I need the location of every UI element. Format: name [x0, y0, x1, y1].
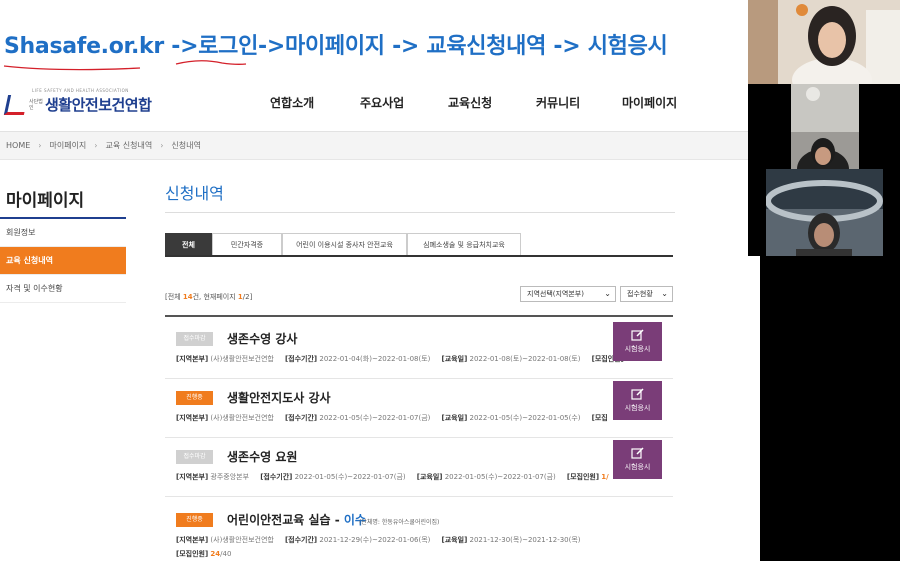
status-badge: 진행중 — [176, 391, 213, 405]
main-content: 신청내역 전체 민간자격증 어린이 이용시설 종사자 안전교육 심폐소생술 및 … — [165, 180, 675, 558]
website-view: LIFE SAFETY AND HEALTH ASSOCIATION 사단법인 … — [0, 80, 748, 561]
tab-all[interactable]: 전체 — [165, 233, 212, 255]
nav-item-about[interactable]: 연합소개 — [270, 94, 314, 111]
course-meta: [지역본부] (사)생활안전보건연합 [접수기간] 2022-01-05(수)~… — [176, 414, 608, 422]
sidebar-item-member-info[interactable]: 회원정보 — [0, 219, 126, 247]
status-badge: 접수마감 — [176, 450, 213, 464]
tab-cpr[interactable]: 심폐소생술 및 응급처치교육 — [407, 233, 521, 255]
take-exam-button[interactable]: 시험응시 — [613, 381, 662, 420]
list-item: 진행중 생활안전지도사 강사 [지역본부] (사)생활안전보건연합 [접수기간]… — [165, 379, 673, 438]
edit-icon — [630, 447, 644, 459]
region-select[interactable]: 지역선택(지역본부) ⌄ — [520, 286, 616, 302]
tab-child-facility[interactable]: 어린이 이용시설 종사자 안전교육 — [282, 233, 407, 255]
breadcrumb-home[interactable]: HOME — [6, 141, 30, 150]
result-count: [전체 14건, 현재페이지 1/2] — [165, 293, 253, 301]
course-title[interactable]: 어린이안전교육 실습 - 이수 — [227, 511, 366, 528]
group-name-note: (단체명: 한동유아스쿨어린이집) — [359, 519, 440, 526]
breadcrumb-edu[interactable]: 교육 신청내역 — [106, 140, 153, 151]
chevron-right-icon: › — [94, 141, 98, 150]
video-panel-background — [760, 256, 900, 561]
course-recruit: [모집인원] 24/40 — [176, 550, 232, 558]
participant-video — [766, 169, 883, 256]
status-select[interactable]: 접수현황 ⌄ — [620, 286, 673, 302]
nav-item-mypage[interactable]: 마이페이지 — [622, 94, 677, 111]
take-exam-button[interactable]: 시험응시 — [613, 322, 662, 361]
status-badge: 접수마감 — [176, 332, 213, 346]
tab-private-cert[interactable]: 민간자격증 — [212, 233, 282, 255]
site-logo[interactable]: LIFE SAFETY AND HEALTH ASSOCIATION 사단법인 … — [3, 88, 152, 115]
video-panel-background — [883, 169, 900, 256]
sidebar-item-certifications[interactable]: 자격 및 이수현황 — [0, 275, 126, 303]
logo-name: 생활안전보건연합 — [45, 96, 152, 114]
instruction-banner: Shasafe.or.kr ->로그인->마이페이지 -> 교육신청내역 -> … — [0, 22, 752, 71]
list-divider — [165, 315, 673, 317]
edit-icon — [630, 388, 644, 400]
chevron-right-icon: › — [38, 141, 42, 150]
logo-mark-icon — [3, 94, 29, 115]
sidebar-item-edu-applications[interactable]: 교육 신청내역 — [0, 247, 126, 275]
participant-video — [791, 84, 859, 169]
page-title: 신청내역 — [165, 180, 675, 213]
logo-tagline: LIFE SAFETY AND HEALTH ASSOCIATION — [32, 88, 129, 93]
list-item: 접수마감 생존수영 요원 [지역본부] 광주중앙본부 [접수기간] 2022-0… — [165, 438, 673, 497]
course-title[interactable]: 생존수영 강사 — [227, 330, 297, 347]
sidebar-title: 마이페이지 — [0, 180, 126, 219]
sidebar: 마이페이지 회원정보 교육 신청내역 자격 및 이수현황 — [0, 180, 126, 303]
video-tile-participant-2[interactable] — [791, 84, 859, 169]
list-item: 접수마감 생존수영 강사 [지역본부] (사)생활안전보건연합 [접수기간] 2… — [165, 320, 673, 379]
video-panel-background — [748, 84, 791, 169]
participant-video — [748, 0, 900, 84]
course-meta: [지역본부] 광주중앙본부 [접수기간] 2022-01-05(수)~2022-… — [176, 473, 609, 481]
list-item: 진행중 어린이안전교육 실습 - 이수 (단체명: 한동유아스쿨어린이집) [지… — [165, 497, 673, 561]
chevron-down-icon: ⌄ — [661, 289, 668, 298]
course-meta: [지역본부] (사)생활안전보건연합 [접수기간] 2021-12-29(수)~… — [176, 536, 581, 544]
breadcrumb-mypage[interactable]: 마이페이지 — [49, 140, 86, 151]
video-tile-participant-3[interactable] — [766, 169, 883, 256]
video-panel-background — [748, 169, 766, 256]
list-toolbar: [전체 14건, 현재페이지 1/2] 지역선택(지역본부) ⌄ 접수현황 ⌄ — [165, 286, 673, 306]
category-tabs: 전체 민간자격증 어린이 이용시설 종사자 안전교육 심폐소생술 및 응급처치교… — [165, 233, 673, 257]
screen: Shasafe.or.kr ->로그인->마이페이지 -> 교육신청내역 -> … — [0, 0, 900, 561]
chevron-right-icon: › — [160, 141, 164, 150]
course-title[interactable]: 생활안전지도사 강사 — [227, 389, 331, 406]
video-panel-background — [859, 84, 900, 169]
breadcrumb-current: 신청내역 — [171, 141, 201, 150]
site-header: LIFE SAFETY AND HEALTH ASSOCIATION 사단법인 … — [0, 80, 748, 132]
logo-sub: 사단법인 — [29, 98, 43, 111]
status-badge: 진행중 — [176, 513, 213, 527]
main-nav: 연합소개 주요사업 교육신청 커뮤니티 마이페이지 — [270, 94, 740, 114]
nav-item-community[interactable]: 커뮤니티 — [536, 94, 580, 111]
nav-item-education[interactable]: 교육신청 — [448, 94, 492, 111]
course-title[interactable]: 생존수영 요원 — [227, 448, 297, 465]
course-meta: [지역본부] (사)생활안전보건연합 [접수기간] 2022-01-04(화)~… — [176, 355, 624, 363]
video-tile-presenter[interactable] — [748, 0, 900, 84]
edit-icon — [630, 329, 644, 341]
pen-underline-mark — [3, 60, 247, 71]
breadcrumb: HOME › 마이페이지 › 교육 신청내역 › 신청내역 — [0, 132, 748, 160]
chevron-down-icon: ⌄ — [604, 289, 611, 298]
take-exam-button[interactable]: 시험응시 — [613, 440, 662, 479]
nav-item-business[interactable]: 주요사업 — [360, 94, 404, 111]
